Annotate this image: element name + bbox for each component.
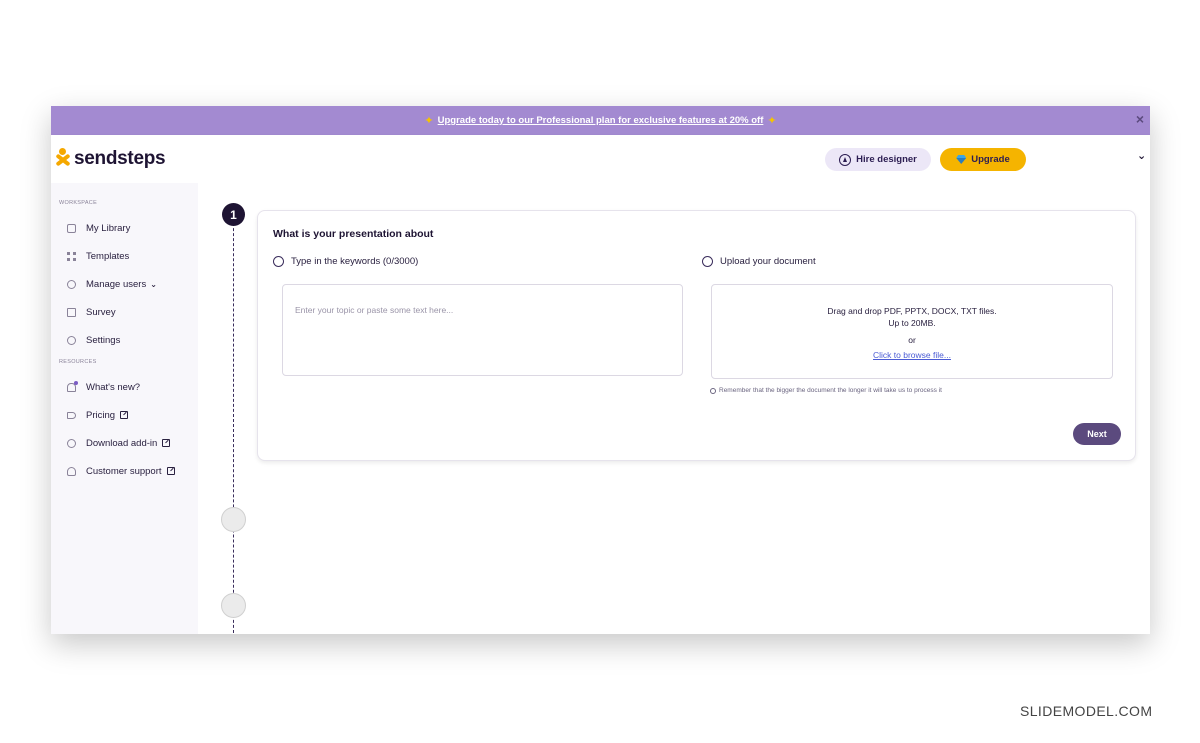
external-link-icon — [120, 411, 129, 419]
keywords-option[interactable]: Type in the keywords (0/3000) — [273, 256, 418, 267]
upgrade-button[interactable]: Upgrade — [940, 148, 1026, 171]
clock-icon — [710, 387, 716, 394]
diamond-icon — [956, 155, 966, 164]
step-indicator-active: 1 — [222, 203, 245, 226]
app-window: ✦ Upgrade today to our Professional plan… — [51, 106, 1150, 634]
headset-icon — [67, 466, 76, 476]
sidebar-item-survey[interactable]: Survey — [67, 303, 116, 321]
upload-option[interactable]: Upload your document — [702, 256, 816, 267]
promo-link[interactable]: Upgrade today to our Professional plan f… — [438, 115, 764, 126]
chevron-down-icon[interactable]: ⌄ — [1137, 149, 1147, 169]
step-indicator-2 — [221, 507, 246, 532]
sidebar-item-manage-users[interactable]: Manage users ⌄ — [67, 275, 157, 293]
card-title: What is your presentation about — [273, 228, 434, 240]
sidebar-item-label: Survey — [86, 306, 116, 318]
promo-banner: ✦ Upgrade today to our Professional plan… — [51, 106, 1150, 135]
sidebar-item-download-add-in[interactable]: Download add-in — [67, 434, 171, 452]
sendsteps-logo-icon — [53, 148, 73, 170]
sidebar-item-my-library[interactable]: My Library — [67, 219, 130, 237]
sidebar-item-settings[interactable]: Settings — [67, 331, 120, 349]
sidebar: WORKSPACE My Library Templates Manage us… — [51, 183, 198, 634]
logo[interactable]: sendsteps — [53, 148, 166, 170]
keywords-option-label: Type in the keywords (0/3000) — [291, 256, 419, 267]
sidebar-item-customer-support[interactable]: Customer support — [67, 462, 175, 480]
presentation-topic-card: What is your presentation about Type in … — [257, 210, 1136, 461]
users-icon — [67, 279, 76, 289]
external-link-icon — [162, 439, 171, 447]
step-timeline — [233, 213, 234, 634]
share-icon — [67, 438, 76, 448]
gear-icon — [67, 335, 76, 345]
sidebar-item-label: Pricing — [86, 409, 116, 421]
sidebar-item-whats-new[interactable]: What's new? — [67, 378, 140, 396]
sidebar-item-pricing[interactable]: Pricing — [67, 406, 129, 424]
upgrade-label: Upgrade — [971, 154, 1010, 165]
upload-option-label: Upload your document — [720, 256, 816, 267]
grid-icon — [67, 251, 76, 261]
dropzone-or: or — [908, 335, 916, 345]
screenshot-stage: ✦ Upgrade today to our Professional plan… — [0, 0, 1200, 743]
processing-note-text: Remember that the bigger the document th… — [719, 387, 942, 394]
close-icon[interactable]: × — [1133, 112, 1147, 126]
sidebar-item-templates[interactable]: Templates — [67, 247, 129, 265]
sparkle-icon: ✦ — [767, 115, 777, 127]
upload-radio[interactable] — [702, 256, 713, 267]
slidemodel-watermark: SLIDEMODEL.COM — [1020, 703, 1153, 719]
topic-textarea[interactable] — [282, 284, 683, 376]
home-icon — [67, 223, 76, 233]
sidebar-item-label: Download add-in — [86, 437, 158, 449]
tag-icon — [67, 411, 76, 419]
sidebar-item-label: What's new? — [86, 381, 141, 393]
bell-icon — [67, 380, 78, 392]
processing-note: Remember that the bigger the document th… — [710, 387, 942, 394]
dropzone-formats: Drag and drop PDF, PPTX, DOCX, TXT files… — [827, 306, 997, 316]
sparkle-icon: ✦ — [424, 115, 434, 127]
clipboard-icon — [67, 307, 76, 317]
sidebar-item-label: Settings — [86, 334, 121, 346]
keywords-radio[interactable] — [273, 256, 284, 267]
sidebar-item-label: My Library — [86, 222, 131, 234]
step-indicator-3 — [221, 593, 246, 618]
sidebar-item-label: Templates — [86, 250, 130, 262]
dropzone-size-limit: Up to 20MB. — [888, 318, 936, 328]
hire-designer-label: Hire designer — [856, 154, 917, 165]
hire-designer-button[interactable]: Hire designer — [825, 148, 931, 171]
sidebar-section-workspace: WORKSPACE — [59, 200, 98, 206]
next-button[interactable]: Next — [1073, 423, 1121, 445]
logo-text: sendsteps — [74, 148, 166, 169]
design-icon — [839, 153, 852, 166]
sidebar-item-label: Customer support — [86, 465, 162, 477]
external-link-icon — [166, 467, 175, 475]
chevron-down-icon: ⌄ — [150, 279, 157, 289]
sidebar-item-label: Manage users — [86, 278, 147, 290]
sidebar-section-resources: RESOURCES — [59, 359, 97, 365]
main-content: 1 What is your presentation about Type i… — [198, 183, 1150, 634]
top-bar: sendsteps Hire designer Upgrade ⌄ — [51, 135, 1150, 183]
browse-file-link[interactable]: Click to browse file... — [712, 350, 1112, 360]
file-dropzone[interactable]: Drag and drop PDF, PPTX, DOCX, TXT files… — [711, 284, 1113, 379]
